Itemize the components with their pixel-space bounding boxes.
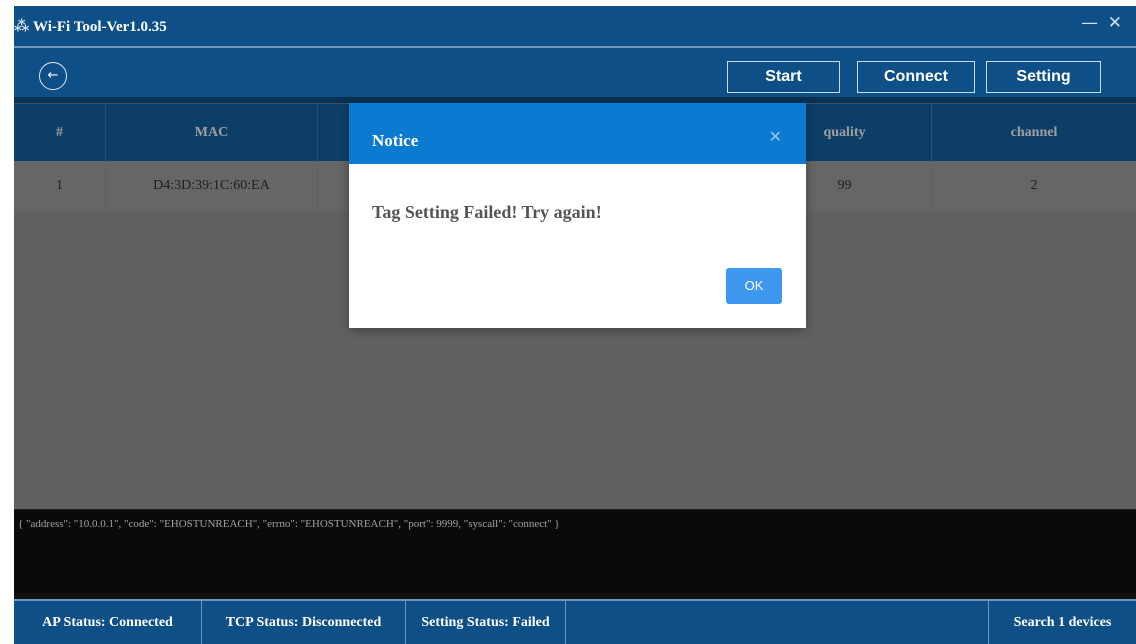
arrow-left-icon: ← xyxy=(47,68,59,83)
ap-status: AP Status: Connected xyxy=(14,601,202,644)
back-button[interactable]: ← xyxy=(39,62,67,90)
status-bar: AP Status: Connected TCP Status: Disconn… xyxy=(14,599,1136,644)
search-status: Search 1 devices xyxy=(988,601,1136,644)
window-title: ⁂ Wi-Fi Tool-Ver1.0.35 xyxy=(14,17,167,36)
dialog-header: Notice ✕ xyxy=(349,103,806,164)
setting-status: Setting Status: Failed xyxy=(406,601,566,644)
close-icon[interactable]: ✕ xyxy=(1108,15,1122,32)
app-logo-icon: ⁂ xyxy=(14,19,30,35)
setting-button[interactable]: Setting xyxy=(986,61,1101,93)
title-bar: ⁂ Wi-Fi Tool-Ver1.0.35 — ✕ xyxy=(14,6,1136,46)
window-title-text: Wi-Fi Tool-Ver1.0.35 xyxy=(33,19,167,35)
dialog-message: Tag Setting Failed! Try again! xyxy=(372,202,602,222)
ok-button[interactable]: OK xyxy=(726,268,782,304)
dialog-close-icon[interactable]: ✕ xyxy=(769,127,782,146)
connect-button[interactable]: Connect xyxy=(857,61,975,93)
notice-dialog: Notice ✕ Tag Setting Failed! Try again! … xyxy=(349,103,806,328)
start-button[interactable]: Start xyxy=(727,61,840,93)
toolbar: ← Start Connect Setting xyxy=(14,46,1136,103)
minimize-icon[interactable]: — xyxy=(1081,15,1098,32)
tcp-status: TCP Status: Disconnected xyxy=(202,601,406,644)
dialog-title: Notice xyxy=(372,131,419,150)
